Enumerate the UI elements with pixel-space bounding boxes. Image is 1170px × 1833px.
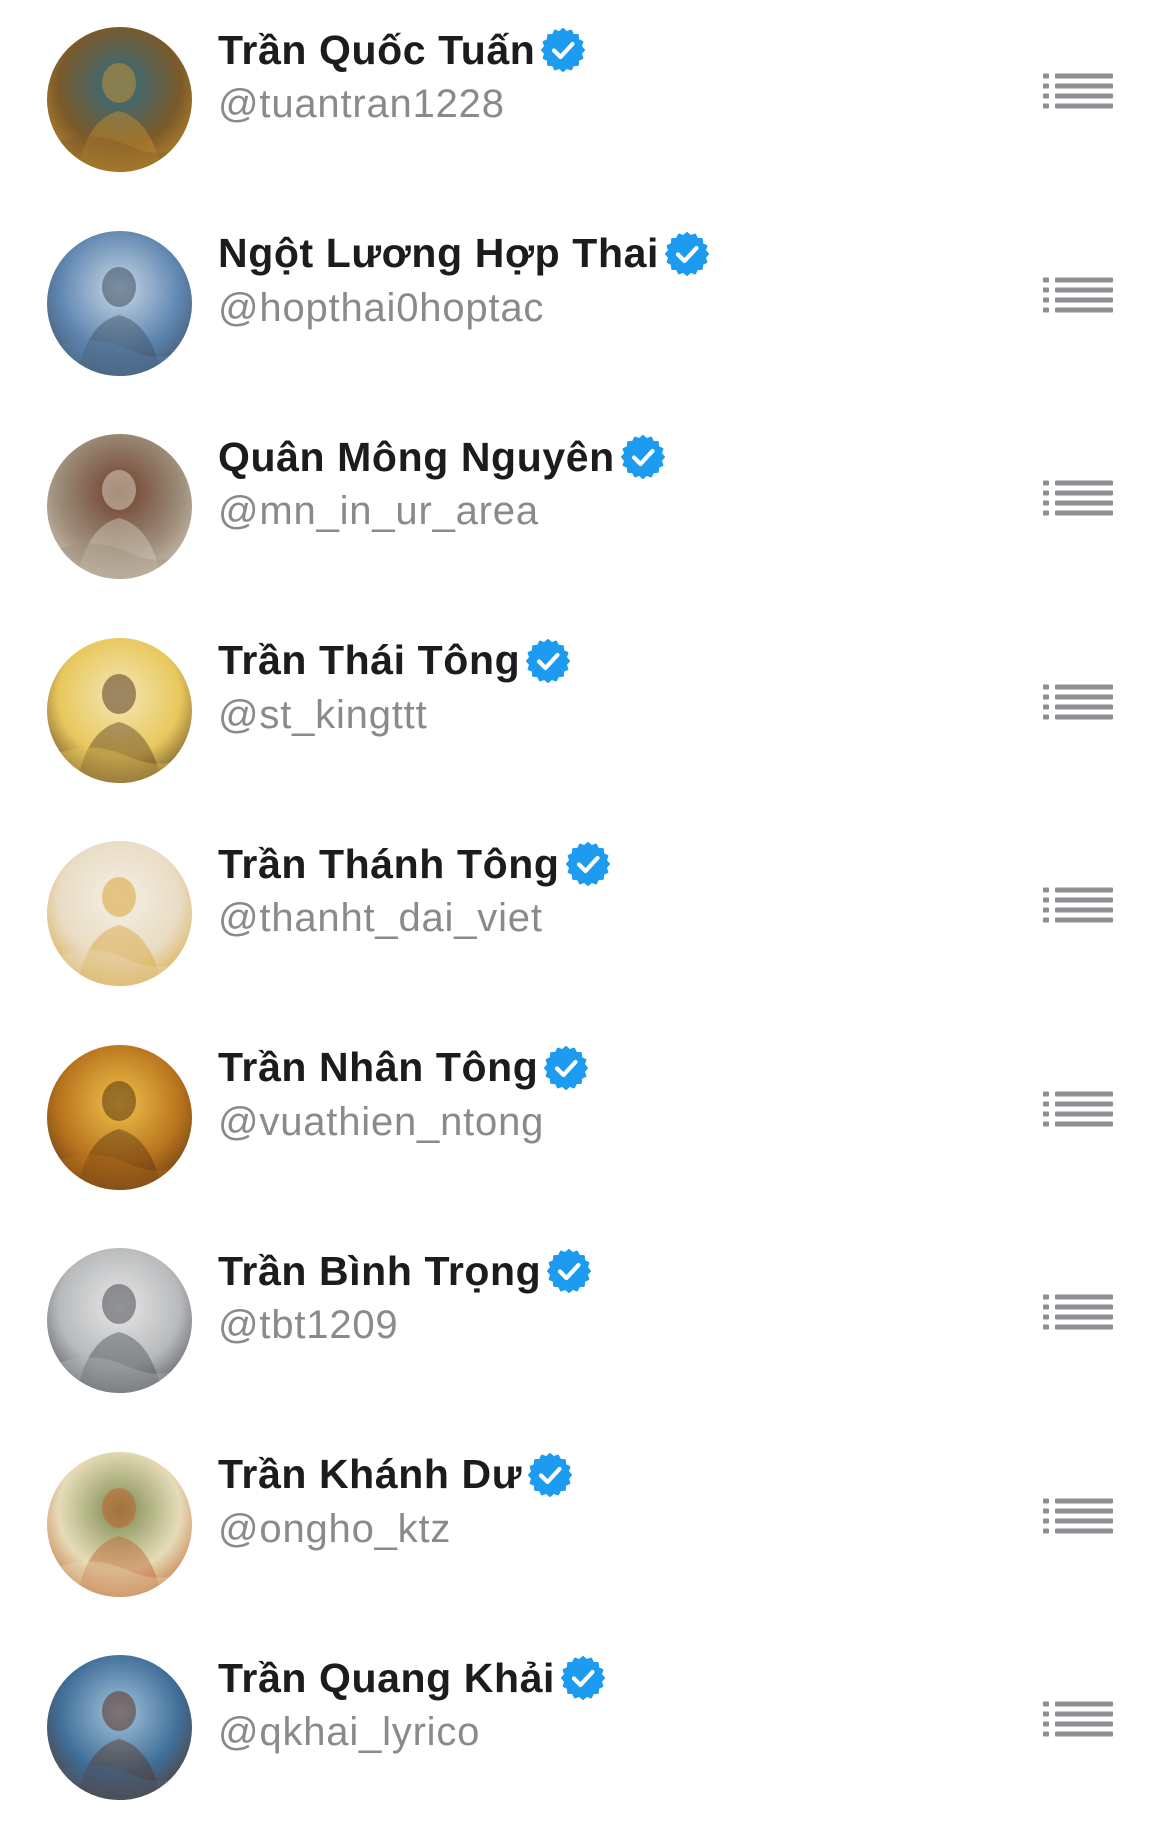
account-row[interactable]: Trần Thánh Tông @thanht_dai_viet <box>0 814 1170 1018</box>
username-handle: @thanht_dai_viet <box>218 896 543 940</box>
username-handle: @vuathien_ntong <box>218 1099 545 1144</box>
avatar[interactable] <box>47 1044 192 1190</box>
verified-badge-icon <box>620 435 665 479</box>
verified-badge-icon <box>528 1452 573 1497</box>
list-menu-icon[interactable] <box>1043 274 1115 318</box>
username-handle: @st_kingttt <box>218 692 428 737</box>
name-line: Trần Nhân Tông <box>218 1040 589 1096</box>
avatar[interactable] <box>47 434 192 579</box>
name-line: Trần Bình Trọng <box>218 1243 592 1299</box>
verified-badge-icon <box>547 1249 592 1293</box>
account-row[interactable]: Trần Quang Khải @qkhai_lyrico <box>0 1628 1170 1832</box>
avatar[interactable] <box>47 841 192 986</box>
account-row[interactable]: Trần Nhân Tông @vuathien_ntong <box>0 1018 1170 1222</box>
display-name: Quân Mông Nguyên <box>218 433 615 480</box>
list-menu-icon[interactable] <box>1043 1698 1115 1742</box>
avatar[interactable] <box>47 230 192 376</box>
list-menu-icon[interactable] <box>1043 1291 1115 1335</box>
name-line: Trần Thái Tông <box>218 633 571 689</box>
list-menu-icon[interactable] <box>1043 1088 1115 1132</box>
verified-badge-icon <box>561 1656 606 1700</box>
verified-badge-icon <box>544 1045 589 1090</box>
list-menu-icon[interactable] <box>1043 1495 1115 1539</box>
account-row[interactable]: Ngột Lương Hợp Thai @hopthai0hoptac <box>0 204 1170 408</box>
username-handle: @tuantran1228 <box>218 82 505 126</box>
verified-badge-icon <box>565 842 610 886</box>
display-name: Trần Thánh Tông <box>218 840 560 887</box>
name-line: Trần Khánh Dư <box>218 1447 573 1503</box>
name-line: Trần Quang Khải <box>218 1650 606 1706</box>
username-handle: @ongho_ktz <box>218 1506 452 1551</box>
account-row[interactable]: Trần Bình Trọng @tbt1209 <box>0 1221 1170 1425</box>
display-name: Trần Khánh Dư <box>218 1451 523 1497</box>
account-list: Trần Quốc Tuấn @tuantran1228 Ngột Lương … <box>0 0 1170 1833</box>
account-row[interactable]: Trần Khánh Dư @ongho_ktz <box>0 1425 1170 1629</box>
display-name: Ngột Lương Hợp Thai <box>218 230 659 276</box>
list-menu-icon[interactable] <box>1043 884 1115 928</box>
avatar[interactable] <box>47 1248 192 1393</box>
name-line: Quân Mông Nguyên <box>218 429 665 485</box>
name-line: Trần Quốc Tuấn <box>218 22 586 78</box>
name-line: Ngột Lương Hợp Thai <box>218 226 709 282</box>
account-row[interactable]: Trần Quốc Tuấn @tuantran1228 <box>0 0 1170 204</box>
verified-badge-icon <box>526 638 571 683</box>
username-handle: @mn_in_ur_area <box>218 489 539 533</box>
avatar[interactable] <box>47 1655 192 1800</box>
name-line: Trần Thánh Tông <box>218 836 610 892</box>
list-menu-icon[interactable] <box>1043 477 1115 521</box>
verified-badge-icon <box>664 231 709 276</box>
display-name: Trần Quang Khải <box>218 1654 556 1701</box>
avatar[interactable] <box>47 27 192 172</box>
username-handle: @qkhai_lyrico <box>218 1710 481 1754</box>
account-row[interactable]: Quân Mông Nguyên @mn_in_ur_area <box>0 407 1170 611</box>
display-name: Trần Quốc Tuấn <box>218 26 536 73</box>
display-name: Trần Thái Tông <box>218 637 521 683</box>
list-menu-icon[interactable] <box>1043 70 1115 114</box>
username-handle: @tbt1209 <box>218 1303 399 1347</box>
verified-badge-icon <box>541 28 586 72</box>
avatar[interactable] <box>47 637 192 783</box>
list-menu-icon[interactable] <box>1043 681 1115 725</box>
display-name: Trần Nhân Tông <box>218 1044 539 1090</box>
avatar[interactable] <box>47 1451 192 1597</box>
display-name: Trần Bình Trọng <box>218 1247 542 1294</box>
username-handle: @hopthai0hoptac <box>218 285 545 330</box>
account-row[interactable]: Trần Thái Tông @st_kingttt <box>0 611 1170 815</box>
